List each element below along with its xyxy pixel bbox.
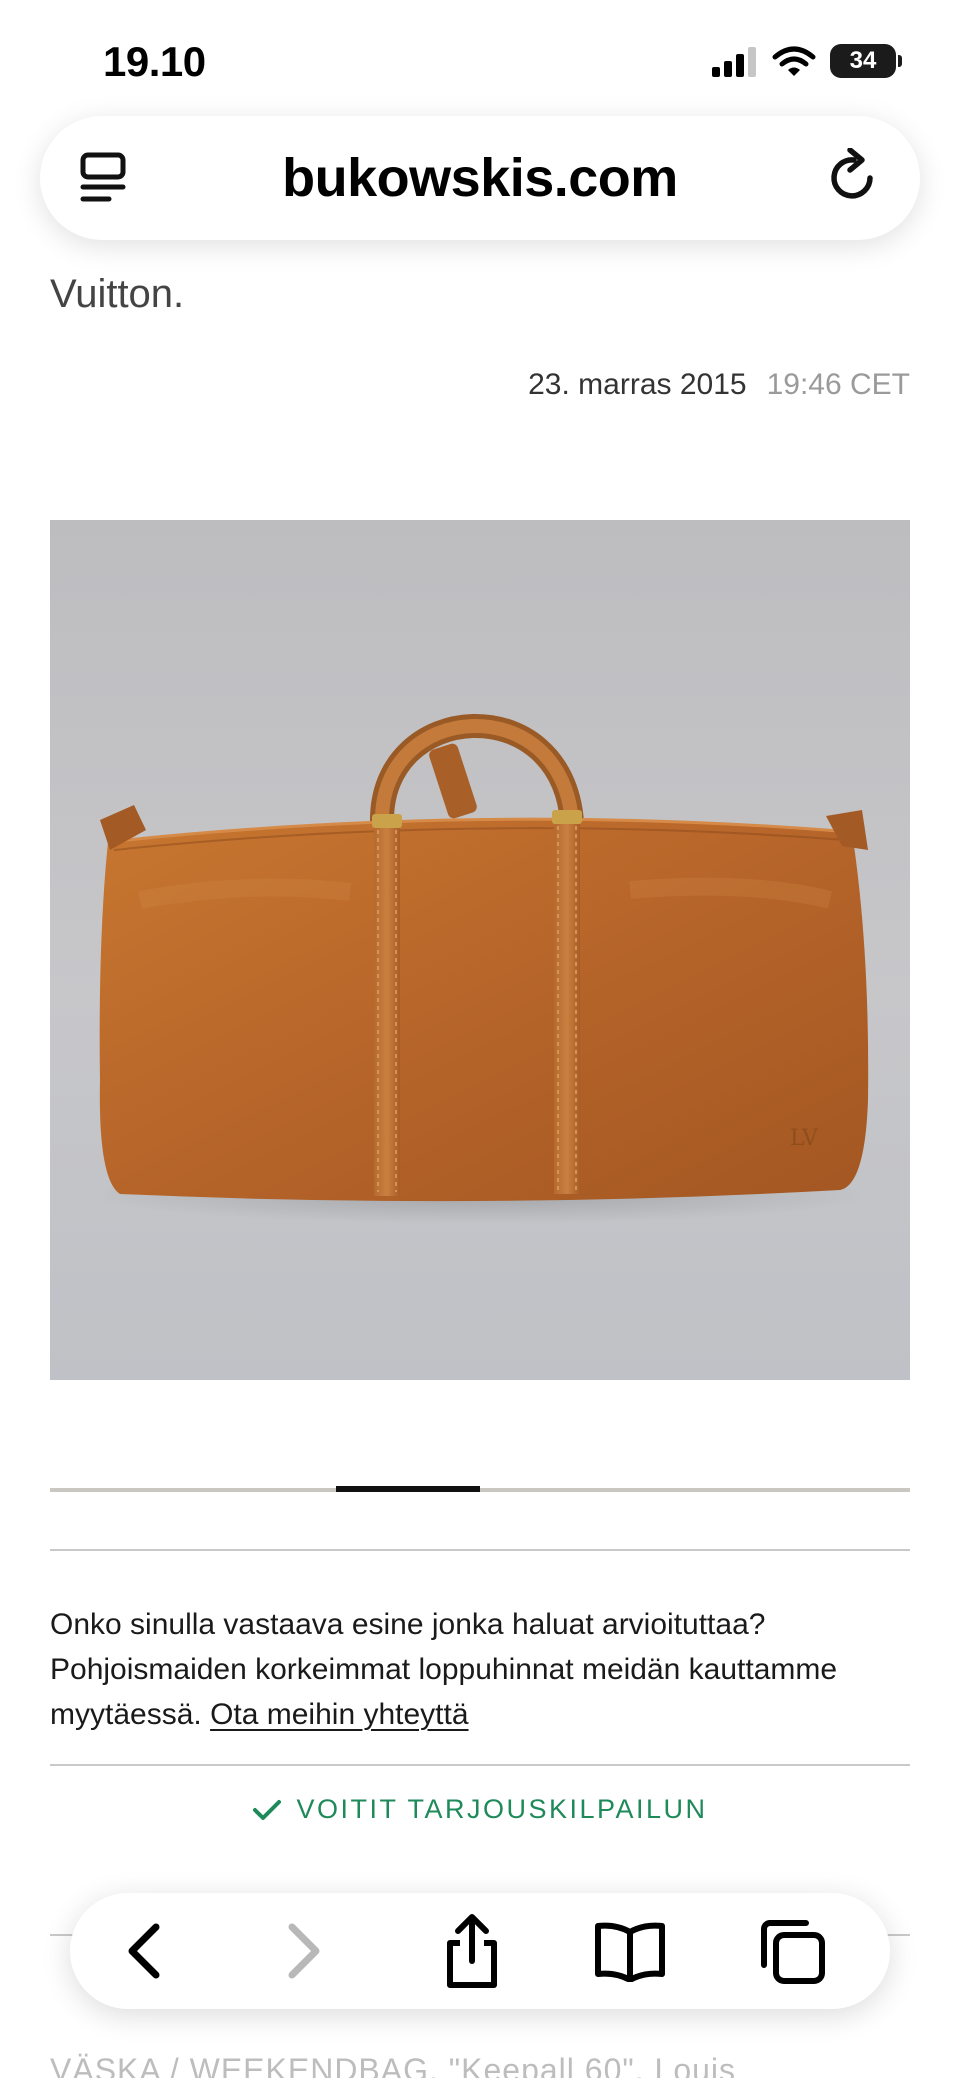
browser-toolbar [70,1893,890,2009]
share-button[interactable] [434,1913,510,1989]
auction-date: 23. marras 2015 19:46 CET [528,368,910,402]
status-icons: 34 [710,44,902,78]
back-button[interactable] [106,1913,182,1989]
address-bar[interactable]: bukowskis.com [40,116,920,240]
valuation-info: Onko sinulla vastaava esine jonka haluat… [50,1602,920,1737]
forward-button[interactable] [266,1913,342,1989]
battery-level: 34 [849,47,877,74]
reload-icon[interactable] [824,148,884,208]
gallery-progress-track[interactable] [50,1488,910,1492]
bookmarks-button[interactable] [592,1913,668,1989]
time-text: 19:46 CET [766,368,910,401]
description-tail: Vuitton. [50,272,185,316]
page: 19.10 34 bukowskis.com Vuitton. 23. marr… [0,0,960,2078]
bookmarks-icon [595,1922,665,1982]
gallery-progress-thumb[interactable] [336,1486,480,1492]
url-text[interactable]: bukowskis.com [282,147,678,209]
wifi-icon [772,46,816,76]
product-image[interactable]: LV [50,520,910,1380]
lot-title[interactable]: VÄSKA / WEEKENDBAG, "Keepall 60", Louis [50,2052,736,2078]
cellular-signal-icon [712,47,756,77]
page-menu-icon[interactable] [76,150,132,206]
tabs-icon [761,1920,825,1984]
forward-icon [288,1923,320,1979]
divider [50,1764,910,1766]
divider [50,1549,910,1551]
battery-icon: 34 [830,44,902,78]
checkmark-icon [253,1799,282,1820]
back-icon [128,1923,160,1979]
contact-link[interactable]: Ota meihin yhteyttä [210,1698,468,1731]
status-bar: 19.10 34 [0,0,960,110]
won-status: VOITIT TARJOUSKILPAILUN [0,1794,960,1825]
date-text: 23. marras 2015 [528,368,747,401]
svg-text:LV: LV [790,1126,819,1151]
status-time: 19.10 [103,38,206,85]
share-icon [447,1914,497,1988]
tabs-button[interactable] [754,1913,830,1989]
won-label: VOITIT TARJOUSKILPAILUN [296,1794,708,1824]
